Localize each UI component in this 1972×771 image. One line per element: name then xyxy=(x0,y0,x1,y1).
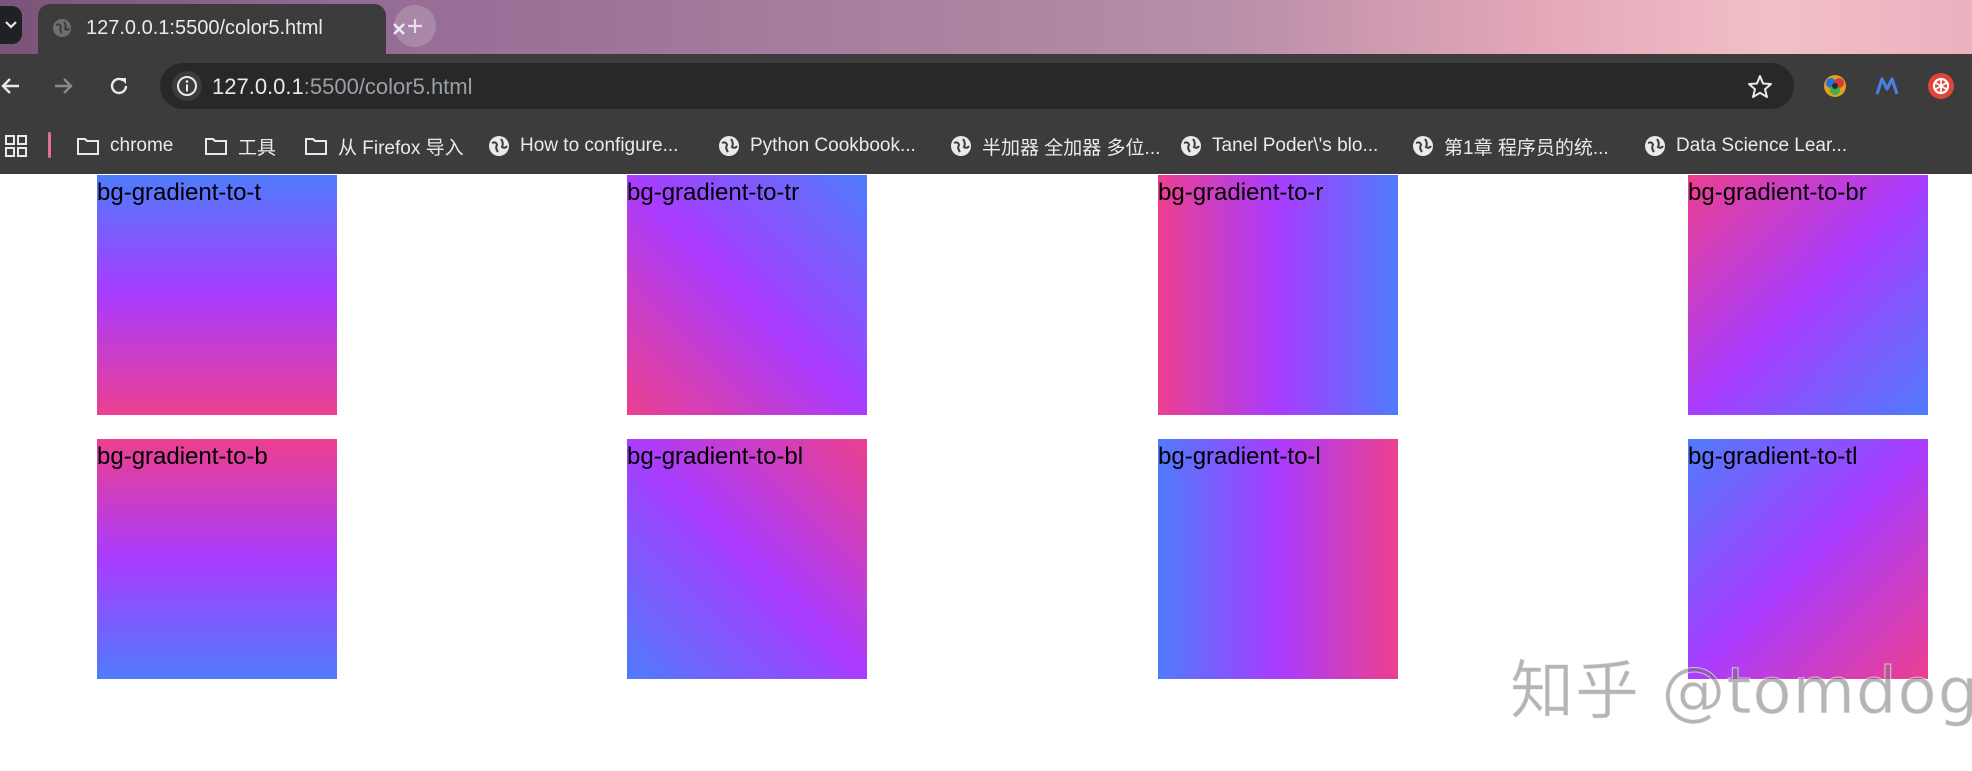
bookmark-label: How to configure... xyxy=(520,135,679,156)
bookmark-label: Tanel Poder\'s blo... xyxy=(1212,135,1379,156)
globe-icon xyxy=(1413,136,1433,156)
watermark: 知乎 @tomdog xyxy=(1509,655,1972,730)
gradient-box-label: bg-gradient-to-r xyxy=(1158,179,1324,206)
info-icon xyxy=(177,76,197,96)
gradient-box-label: bg-gradient-to-br xyxy=(1688,179,1867,206)
bookmarks-divider xyxy=(48,132,51,158)
plus-icon xyxy=(408,19,422,33)
gradient-box-to-bl: bg-gradient-to-bl xyxy=(627,439,867,679)
star-icon[interactable] xyxy=(1746,73,1774,101)
gradient-box-to-b: bg-gradient-to-b xyxy=(97,439,337,679)
bookmark-folder-chrome[interactable]: chrome xyxy=(76,118,173,174)
folder-icon xyxy=(305,138,327,155)
bookmark-data-science[interactable]: Data Science Lear... xyxy=(1644,118,1847,174)
globe-icon xyxy=(719,136,739,156)
bookmark-label: 半加器 全加器 多位... xyxy=(982,137,1161,159)
back-button[interactable] xyxy=(0,71,26,101)
gradient-box-label: bg-gradient-to-tr xyxy=(627,179,800,206)
gradient-box-label: bg-gradient-to-l xyxy=(1158,443,1321,470)
url-text: 127.0.0.1:5500/color5.html xyxy=(212,74,473,100)
gradient-box-label: bg-gradient-to-t xyxy=(97,179,262,206)
bookmark-python-cookbook[interactable]: Python Cookbook... xyxy=(718,118,916,174)
bookmark-label: Python Cookbook... xyxy=(750,135,916,156)
gradient-box-to-br: bg-gradient-to-br xyxy=(1688,175,1928,415)
url-path: :5500/color5.html xyxy=(303,74,473,99)
browser-tab[interactable]: 127.0.0.1:5500/color5.html xyxy=(38,4,405,54)
new-tab-button[interactable] xyxy=(394,5,436,47)
folder-icon xyxy=(205,138,227,155)
color-picker-extension-icon[interactable] xyxy=(1820,71,1850,101)
arrow-left-icon xyxy=(1,78,19,94)
folder-icon xyxy=(77,138,99,155)
chevron-down-icon xyxy=(5,21,17,29)
globe-icon xyxy=(1645,136,1665,156)
bookmark-label: 从 Firefox 导入 xyxy=(338,137,464,159)
globe-icon xyxy=(1181,136,1201,156)
bookmark-tanel-poder-blog[interactable]: Tanel Poder\'s blo... xyxy=(1180,118,1378,174)
globe-icon xyxy=(489,136,509,156)
gradient-box-to-l: bg-gradient-to-l xyxy=(1158,439,1398,679)
m-extension-icon[interactable] xyxy=(1872,71,1902,101)
bookmark-half-adder[interactable]: 半加器 全加器 多位... xyxy=(950,118,1160,174)
bookmark-label: 工具 xyxy=(238,137,277,159)
gradient-box-to-t: bg-gradient-to-t xyxy=(97,175,337,415)
apps-grid-icon xyxy=(5,135,27,157)
bookmark-chapter-1[interactable]: 第1章 程序员的统... xyxy=(1412,118,1609,174)
gradient-box-to-r: bg-gradient-to-r xyxy=(1158,175,1398,415)
bookmark-label: 第1章 程序员的统... xyxy=(1444,137,1609,159)
bookmark-folder-tools[interactable]: 工具 xyxy=(204,118,276,174)
bookmark-folder-firefox-import[interactable]: 从 Firefox 导入 xyxy=(304,118,464,174)
globe-icon xyxy=(53,19,71,37)
gradient-box-to-tr: bg-gradient-to-tr xyxy=(627,175,867,415)
browser-toolbar: 127.0.0.1:5500/color5.html xyxy=(0,54,1972,118)
tab-strip: 127.0.0.1:5500/color5.html xyxy=(0,0,1972,54)
globe-icon xyxy=(951,136,971,156)
bookmark-label: Data Science Lear... xyxy=(1676,135,1848,156)
site-info-button[interactable] xyxy=(172,71,202,101)
arrow-right-icon xyxy=(55,78,73,94)
bookmark-how-to-configure[interactable]: How to configure... xyxy=(488,118,678,174)
openai-extension-icon[interactable] xyxy=(1926,71,1956,101)
reload-button[interactable] xyxy=(104,71,134,101)
tab-title: 127.0.0.1:5500/color5.html xyxy=(86,17,323,39)
bookmark-label: chrome xyxy=(110,135,174,156)
apps-button[interactable] xyxy=(4,118,28,174)
reload-icon xyxy=(110,77,128,95)
address-bar[interactable]: 127.0.0.1:5500/color5.html xyxy=(160,63,1794,109)
bookmarks-bar: chrome 工具 从 Firefox 导入 How to configure.… xyxy=(0,118,1972,174)
tab-search-button[interactable] xyxy=(0,6,22,44)
gradient-box-label: bg-gradient-to-tl xyxy=(1688,443,1858,470)
forward-button[interactable] xyxy=(48,71,78,101)
gradient-box-label: bg-gradient-to-b xyxy=(97,443,268,470)
url-host: 127.0.0.1 xyxy=(212,74,304,99)
gradient-box-label: bg-gradient-to-bl xyxy=(627,443,804,470)
